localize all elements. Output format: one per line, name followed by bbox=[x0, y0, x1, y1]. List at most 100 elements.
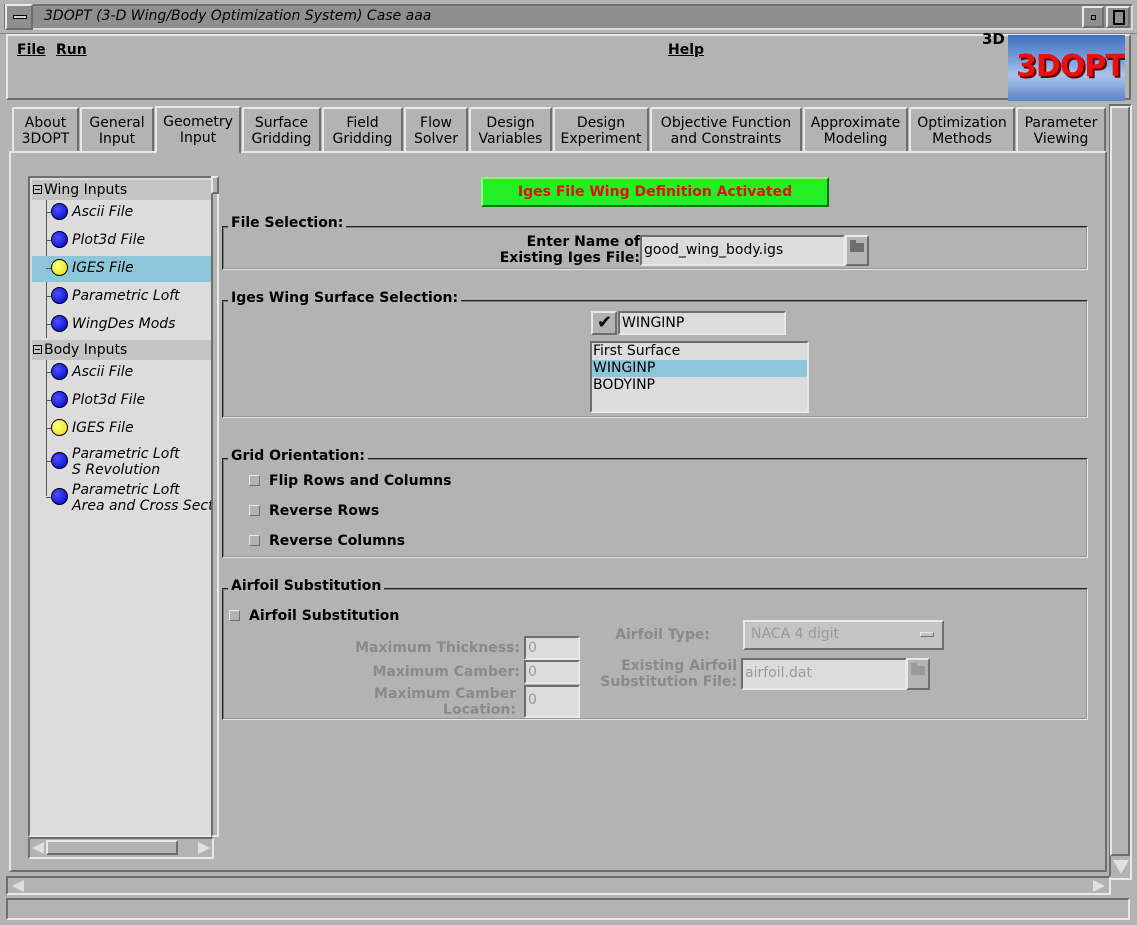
scroll-down-icon[interactable] bbox=[1113, 860, 1129, 874]
tree-item-body-iges[interactable]: IGES File bbox=[32, 416, 212, 442]
folder-icon bbox=[850, 240, 864, 252]
tree-item-label: IGES File bbox=[72, 420, 134, 436]
main-horizontal-scrollbar[interactable] bbox=[6, 876, 1111, 895]
tab-label: Optimization bbox=[917, 115, 1007, 131]
list-item[interactable]: BODYINP bbox=[592, 377, 807, 394]
tab-flow-solver[interactable]: Flow Solver bbox=[404, 107, 468, 153]
tab-design-variables[interactable]: Design Variables bbox=[469, 107, 552, 153]
status-ball-icon bbox=[51, 419, 68, 436]
collapse-icon[interactable] bbox=[33, 345, 42, 354]
menu-bar: File Run Help bbox=[6, 34, 1131, 100]
tab-label: Design bbox=[486, 115, 535, 131]
checkbox-label: Airfoil Substitution bbox=[249, 608, 400, 624]
browse-airfoil-file-button[interactable] bbox=[906, 658, 930, 690]
tab-label: Solver bbox=[414, 131, 458, 147]
tab-label: Variables bbox=[478, 131, 543, 147]
app-logo-text: 3DOPT bbox=[1016, 49, 1125, 84]
browse-file-button[interactable] bbox=[845, 235, 869, 266]
tree-item-wing-plot3d[interactable]: Plot3d File bbox=[32, 228, 212, 254]
folder-icon bbox=[911, 663, 925, 675]
airfoil-file-input[interactable]: airfoil.dat bbox=[741, 658, 907, 690]
menu-help-label: Help bbox=[668, 42, 705, 58]
label-line: Enter Name of bbox=[526, 234, 640, 250]
tab-label: Input bbox=[179, 130, 217, 146]
window-menu-icon bbox=[13, 15, 27, 19]
tree-item-body-loft-area[interactable]: Parametric Loft Area and Cross Sect bbox=[32, 480, 212, 516]
tree-item-label: S Revolution bbox=[72, 462, 161, 478]
tree-header-label: Wing Inputs bbox=[44, 182, 128, 198]
tree-item-label: IGES File bbox=[72, 260, 134, 276]
tab-parameter-viewing[interactable]: Parameter Viewing bbox=[1016, 107, 1106, 153]
tree-header-body[interactable]: Body Inputs bbox=[32, 340, 212, 360]
tree-header-wing[interactable]: Wing Inputs bbox=[32, 180, 212, 200]
collapse-icon[interactable] bbox=[33, 185, 42, 194]
checkbox-label: Flip Rows and Columns bbox=[269, 473, 452, 489]
menu-run[interactable]: Run bbox=[56, 42, 87, 58]
checkmark-icon: ✔ bbox=[597, 312, 613, 333]
tree-horizontal-scroll-thumb[interactable] bbox=[46, 840, 178, 855]
checkbox-label: Reverse Rows bbox=[269, 503, 380, 519]
tab-label: Field bbox=[346, 115, 379, 131]
checkbox[interactable] bbox=[249, 535, 260, 546]
menu-help[interactable]: Help bbox=[668, 42, 704, 58]
main-vertical-scroll-thumb[interactable] bbox=[1110, 106, 1130, 856]
tree-vertical-scrollbar[interactable] bbox=[211, 176, 219, 837]
list-item[interactable]: WINGINP bbox=[592, 360, 807, 377]
surface-confirm-button[interactable]: ✔ bbox=[591, 311, 617, 335]
tab-geometry-input[interactable]: Geometry Input bbox=[155, 106, 241, 154]
checkbox-label: Reverse Columns bbox=[269, 533, 406, 549]
tree-item-wing-iges[interactable]: IGES File bbox=[32, 256, 212, 282]
status-ball-icon bbox=[51, 259, 68, 276]
option-menu-icon bbox=[920, 632, 934, 637]
minimize-button[interactable] bbox=[1082, 6, 1104, 28]
scroll-right-icon[interactable] bbox=[1093, 880, 1105, 892]
menu-file[interactable]: File bbox=[17, 42, 46, 58]
tab-field-gridding[interactable]: Field Gridding bbox=[322, 107, 403, 153]
tab-general-input[interactable]: General Input bbox=[80, 107, 154, 153]
tree-item-wing-wingdes-mods[interactable]: WingDes Mods bbox=[32, 312, 212, 338]
scroll-left-icon[interactable] bbox=[12, 880, 24, 892]
window-menu-button[interactable] bbox=[5, 4, 33, 30]
scroll-left-icon[interactable] bbox=[32, 842, 44, 854]
app-logo: 3DOPT bbox=[1008, 35, 1125, 101]
list-item[interactable]: First Surface bbox=[592, 343, 807, 360]
menu-file-label: File bbox=[17, 42, 46, 58]
checkbox[interactable] bbox=[249, 505, 260, 516]
checkbox[interactable] bbox=[229, 610, 240, 621]
max-camber-label: Maximum Camber: bbox=[372, 664, 520, 680]
maximize-icon bbox=[1113, 10, 1125, 25]
status-ball-icon bbox=[51, 452, 68, 469]
checkbox[interactable] bbox=[249, 475, 260, 486]
tab-label: Parameter bbox=[1024, 115, 1098, 131]
status-ball-icon bbox=[51, 363, 68, 380]
tree-item-body-loft-s-revolution[interactable]: Parametric Loft S Revolution bbox=[32, 444, 212, 480]
geometry-tree: Wing Inputs Ascii File Plot3d File IGES … bbox=[28, 176, 214, 837]
tab-label: Geometry bbox=[163, 114, 233, 130]
tree-item-body-plot3d[interactable]: Plot3d File bbox=[32, 388, 212, 414]
tree-item-body-ascii[interactable]: Ascii File bbox=[32, 360, 212, 386]
tree-item-label: Plot3d File bbox=[72, 232, 146, 248]
minimize-icon bbox=[1091, 15, 1096, 20]
tree-item-label: Parametric Loft bbox=[72, 482, 180, 498]
tab-label: Experiment bbox=[560, 131, 642, 147]
menu-run-label: Run bbox=[56, 42, 87, 58]
tree-vertical-scroll-thumb[interactable] bbox=[211, 176, 219, 194]
tab-label: Modeling bbox=[823, 131, 888, 147]
scroll-right-icon[interactable] bbox=[198, 842, 210, 854]
tree-item-label: Parametric Loft bbox=[72, 446, 180, 462]
tab-approximate-modeling[interactable]: Approximate Modeling bbox=[803, 107, 908, 153]
tab-optimization-methods[interactable]: Optimization Methods bbox=[909, 107, 1015, 153]
surface-current-input[interactable]: WINGINP bbox=[618, 311, 786, 335]
airfoil-type-value: NACA 4 digit bbox=[751, 626, 840, 642]
tab-surface-gridding[interactable]: Surface Gridding bbox=[242, 107, 321, 153]
surface-listbox[interactable]: First Surface WINGINP BODYINP bbox=[590, 341, 809, 413]
airfoil-type-select[interactable]: NACA 4 digit bbox=[743, 620, 944, 650]
maximize-button[interactable] bbox=[1106, 6, 1130, 28]
tree-item-wing-ascii[interactable]: Ascii File bbox=[32, 200, 212, 226]
tab-about[interactable]: About 3DOPT bbox=[12, 107, 79, 153]
tree-item-wing-parametric-loft[interactable]: Parametric Loft bbox=[32, 284, 212, 310]
tab-design-experiment[interactable]: Design Experiment bbox=[553, 107, 649, 153]
status-ball-icon bbox=[51, 287, 68, 304]
iges-file-input[interactable]: good_wing_body.igs bbox=[640, 235, 845, 266]
tab-objective-function[interactable]: Objective Function and Constraints bbox=[650, 107, 802, 153]
